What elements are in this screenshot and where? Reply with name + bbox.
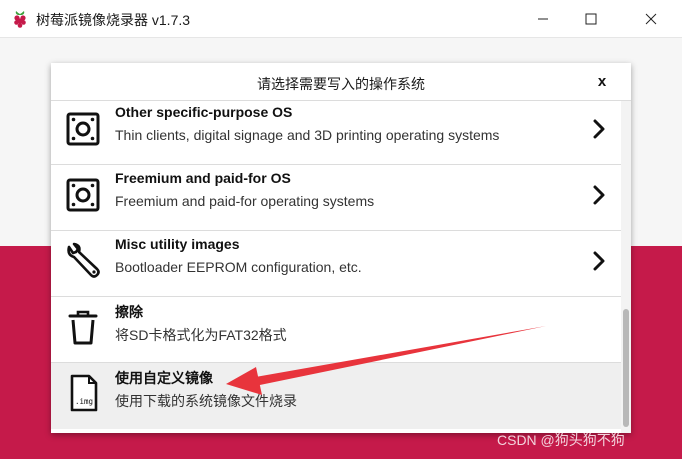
os-item-name: Other specific-purpose OS [115, 104, 293, 120]
os-list-scrollbar[interactable] [621, 101, 631, 433]
img-file-icon-label: .img [75, 397, 93, 406]
os-item-description: 将SD卡格式化为FAT32格式 [115, 327, 287, 343]
minimize-icon [538, 18, 548, 20]
chevron-right-icon [593, 119, 605, 139]
os-item-name: Misc utility images [115, 236, 240, 252]
os-item-erase[interactable]: 擦除 将SD卡格式化为FAT32格式 [51, 297, 621, 363]
os-list: Other specific-purpose OS Thin clients, … [51, 101, 621, 433]
trash-icon [68, 310, 98, 345]
os-item-misc-utility[interactable]: Misc utility images Bootloader EEPROM co… [51, 231, 621, 297]
chevron-right-icon [593, 185, 605, 205]
window-title: 树莓派镜像烧录器 v1.7.3 [36, 12, 191, 28]
board-icon [66, 178, 100, 212]
os-item-freemium[interactable]: Freemium and paid-for OS Freemium and pa… [51, 165, 621, 231]
dialog-close-button[interactable]: x [591, 71, 613, 93]
os-select-dialog: 请选择需要写入的操作系统 x Other specific-purpose OS… [51, 63, 631, 433]
os-item-description: 使用下载的系统镜像文件烧录 [115, 393, 297, 409]
os-item-name: Freemium and paid-for OS [115, 170, 291, 186]
os-item-name: 使用自定义镜像 [115, 370, 213, 386]
close-icon [645, 13, 657, 25]
os-item-description: Freemium and paid-for operating systems [115, 193, 375, 209]
close-window-button[interactable] [628, 0, 674, 38]
dialog-title: 请选择需要写入的操作系统 [257, 76, 425, 92]
title-bar: 树莓派镜像烧录器 v1.7.3 [0, 0, 682, 38]
os-item-description: Bootloader EEPROM configuration, etc. [115, 259, 362, 275]
dialog-header: 请选择需要写入的操作系统 x [51, 63, 631, 101]
chevron-right-icon [593, 251, 605, 271]
raspberry-icon [14, 11, 26, 28]
minimize-button[interactable] [520, 0, 566, 38]
maximize-button[interactable] [568, 0, 614, 38]
os-item-custom-image[interactable]: .img 使用自定义镜像 使用下载的系统镜像文件烧录 [51, 363, 621, 429]
board-icon [66, 112, 100, 146]
maximize-icon [585, 13, 597, 25]
img-file-icon: .img [70, 374, 98, 412]
os-item-name: 擦除 [115, 304, 143, 320]
watermark-text: CSDN @狗头狗不狗 [497, 432, 625, 448]
os-item-description: Thin clients, digital signage and 3D pri… [115, 127, 500, 143]
wrench-icon [67, 242, 100, 278]
os-item-other-specific-purpose[interactable]: Other specific-purpose OS Thin clients, … [51, 101, 621, 165]
scrollbar-thumb[interactable] [623, 309, 629, 427]
